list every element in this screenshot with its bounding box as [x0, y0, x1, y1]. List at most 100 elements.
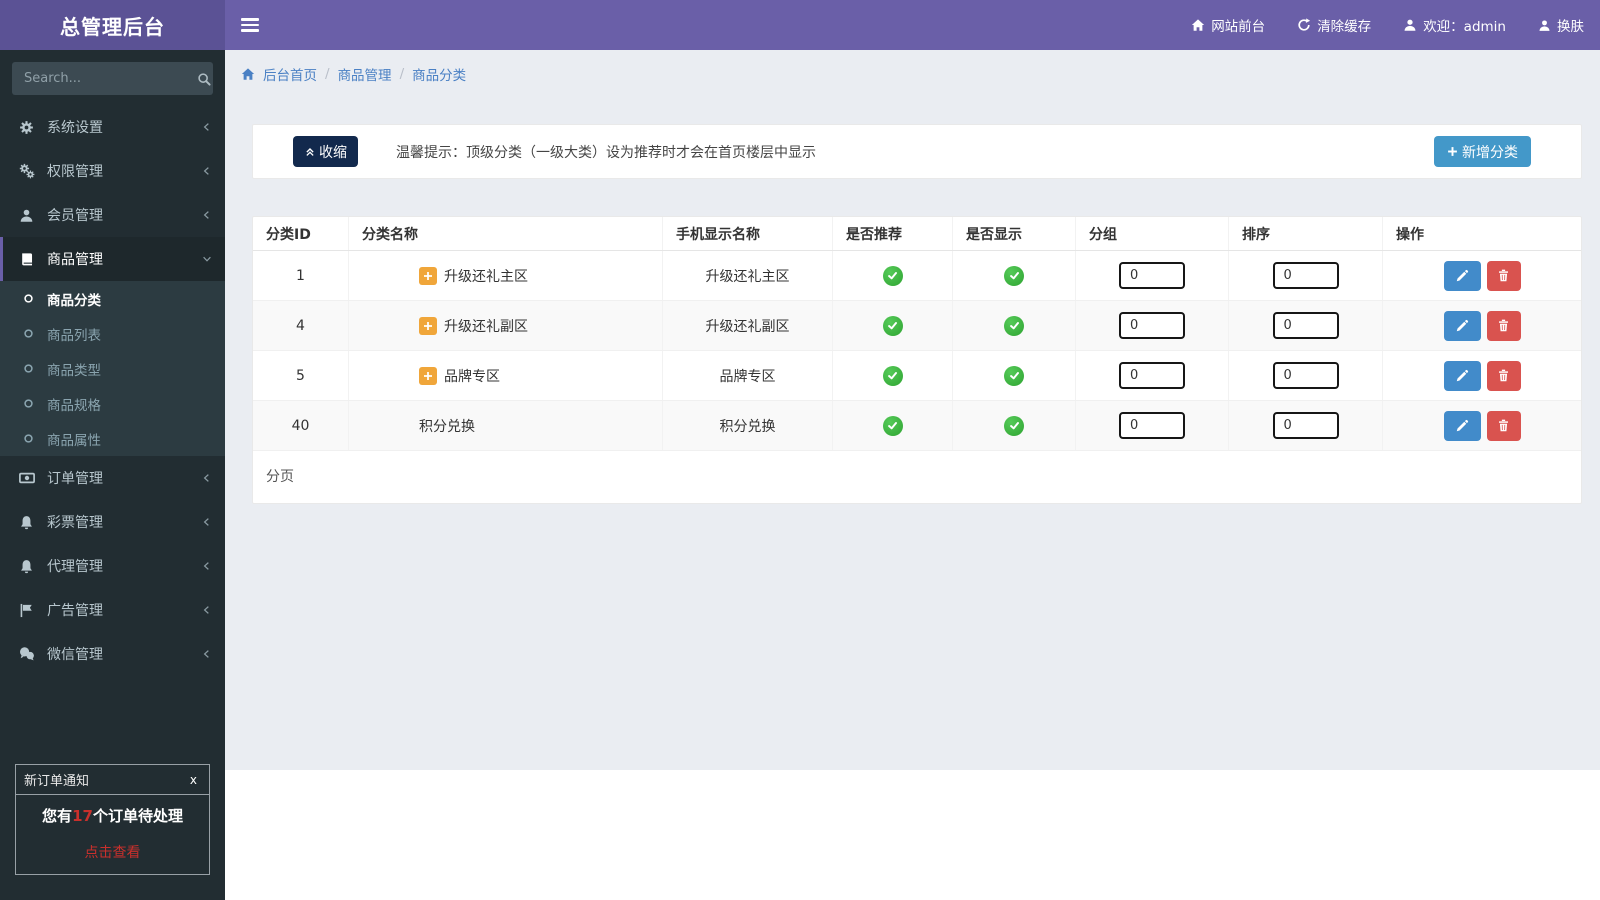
- table-header-row: 分类ID 分类名称 手机显示名称 是否推荐 是否显示 分组 排序 操作: [253, 217, 1581, 251]
- category-table-panel: 分类ID 分类名称 手机显示名称 是否推荐 是否显示 分组 排序 操作 1 升级…: [252, 216, 1582, 504]
- sidebar-item-products[interactable]: 商品管理: [0, 237, 225, 281]
- close-icon[interactable]: x: [186, 771, 201, 789]
- chevron-left-icon: [201, 472, 213, 484]
- trash-icon: [1497, 269, 1510, 282]
- circle-icon: [22, 397, 39, 410]
- expand-plus-icon[interactable]: [419, 316, 437, 335]
- sort-input[interactable]: [1272, 362, 1339, 389]
- category-name: 升级还礼主区: [444, 268, 528, 285]
- footer-area: [225, 770, 1600, 900]
- category-table: 分类ID 分类名称 手机显示名称 是否推荐 是否显示 分组 排序 操作 1 升级…: [253, 217, 1581, 451]
- change-skin-link[interactable]: 换肤: [1522, 0, 1600, 50]
- delete-button[interactable]: [1486, 410, 1521, 441]
- notification-message: 您有17个订单待处理: [42, 807, 183, 825]
- sidebar-item-lottery[interactable]: 彩票管理: [0, 500, 225, 544]
- collapse-button[interactable]: 收缩: [293, 136, 358, 167]
- category-name: 品牌专区: [444, 368, 500, 385]
- book-icon: [19, 252, 39, 267]
- recommended-check-icon[interactable]: [882, 415, 903, 436]
- bell-icon: [19, 515, 39, 530]
- frontend-link[interactable]: 网站前台: [1175, 0, 1281, 50]
- recommended-check-icon[interactable]: [882, 315, 903, 336]
- sidebar-item-system-settings[interactable]: 系统设置: [0, 105, 225, 149]
- group-input[interactable]: [1119, 262, 1185, 289]
- sidebar-item-product-specs[interactable]: 商品规格: [0, 386, 225, 421]
- breadcrumb-categories[interactable]: 商品分类: [412, 64, 466, 84]
- edit-button[interactable]: [1443, 310, 1481, 341]
- breadcrumb-home[interactable]: 后台首页: [263, 64, 317, 84]
- view-orders-link[interactable]: 点击查看: [85, 842, 141, 862]
- sidebar-item-product-list[interactable]: 商品列表: [0, 316, 225, 351]
- circle-icon: [22, 362, 39, 375]
- visible-check-icon[interactable]: [1004, 365, 1024, 386]
- skin-icon: [1538, 19, 1551, 32]
- delete-button[interactable]: [1486, 310, 1521, 341]
- home-icon: [1191, 18, 1205, 32]
- sidebar-item-agents[interactable]: 代理管理: [0, 544, 225, 588]
- welcome-admin[interactable]: 欢迎：admin: [1387, 0, 1522, 50]
- sort-input[interactable]: [1272, 312, 1339, 339]
- edit-button[interactable]: [1443, 260, 1481, 291]
- chevron-left-icon: [201, 165, 213, 177]
- notification-title: 新订单通知: [24, 774, 90, 789]
- pencil-icon: [1455, 319, 1469, 333]
- pending-order-count: 17: [72, 807, 93, 825]
- sidebar-item-permissions[interactable]: 权限管理: [0, 149, 225, 193]
- refresh-icon: [1297, 18, 1311, 32]
- expand-plus-icon[interactable]: [419, 266, 437, 285]
- recommended-check-icon[interactable]: [882, 265, 903, 286]
- edit-button[interactable]: [1443, 360, 1481, 391]
- add-category-button[interactable]: 新增分类: [1434, 136, 1531, 167]
- sort-input[interactable]: [1272, 412, 1339, 439]
- new-order-notification: 新订单通知 x 您有17个订单待处理 点击查看: [15, 764, 210, 875]
- pagination-label: 分页: [266, 469, 294, 485]
- sidebar-item-ads[interactable]: 广告管理: [0, 588, 225, 632]
- pencil-icon: [1455, 369, 1469, 383]
- group-input[interactable]: [1119, 312, 1185, 339]
- search-button[interactable]: [194, 62, 213, 95]
- visible-check-icon[interactable]: [1004, 265, 1024, 286]
- breadcrumb-products[interactable]: 商品管理: [338, 64, 392, 84]
- toolbar-panel: 收缩 温馨提示：顶级分类（一级大类）设为推荐时才会在首页楼层中显示 新增分类: [252, 124, 1582, 179]
- edit-button[interactable]: [1443, 410, 1481, 441]
- visible-check-icon[interactable]: [1004, 315, 1024, 336]
- group-input[interactable]: [1119, 362, 1185, 389]
- products-submenu: 商品分类 商品列表 商品类型 商品规格 商品属性: [0, 281, 225, 456]
- sidebar-item-product-categories[interactable]: 商品分类: [0, 281, 225, 316]
- sidebar-item-product-types[interactable]: 商品类型: [0, 351, 225, 386]
- sidebar-item-orders[interactable]: 订单管理: [0, 456, 225, 500]
- trash-icon: [1497, 369, 1510, 382]
- sidebar-menu: 系统设置 权限管理 会员管理 商品管理 商品分类 商品列表 商品类型 商品规格 …: [0, 105, 225, 676]
- sidebar-search: [12, 62, 213, 95]
- chevron-left-icon: [201, 560, 213, 572]
- expand-plus-icon[interactable]: [419, 366, 437, 385]
- hamburger-icon: [241, 18, 259, 21]
- flag-icon: [19, 603, 39, 618]
- sidebar: 系统设置 权限管理 会员管理 商品管理: [0, 50, 225, 900]
- pencil-icon: [1455, 419, 1469, 433]
- mobile-name: 品牌专区: [663, 351, 833, 400]
- sidebar-item-members[interactable]: 会员管理: [0, 193, 225, 237]
- clear-cache-link[interactable]: 清除缓存: [1281, 0, 1387, 50]
- visible-check-icon[interactable]: [1004, 415, 1024, 436]
- user-icon: [19, 208, 39, 223]
- hint-text: 温馨提示：顶级分类（一级大类）设为推荐时才会在首页楼层中显示: [396, 144, 816, 161]
- category-name: 积分兑换: [419, 418, 475, 435]
- main-content: 后台首页 / 商品管理 / 商品分类 收缩 温馨提示：顶级分类（一级大类）设为推…: [225, 50, 1600, 900]
- delete-button[interactable]: [1486, 260, 1521, 291]
- recommended-check-icon[interactable]: [882, 365, 903, 386]
- pencil-icon: [1455, 269, 1469, 283]
- sidebar-item-wechat[interactable]: 微信管理: [0, 632, 225, 676]
- delete-button[interactable]: [1486, 360, 1521, 391]
- group-input[interactable]: [1119, 412, 1185, 439]
- mobile-name: 升级还礼主区: [663, 251, 833, 300]
- chevron-left-icon: [201, 604, 213, 616]
- sidebar-item-product-attrs[interactable]: 商品属性: [0, 421, 225, 456]
- search-input[interactable]: [12, 71, 194, 86]
- category-id: 5: [253, 351, 349, 400]
- trash-icon: [1497, 419, 1510, 432]
- chevron-left-icon: [201, 121, 213, 133]
- sort-input[interactable]: [1272, 262, 1339, 289]
- category-name: 升级还礼副区: [444, 318, 528, 335]
- sidebar-toggle-button[interactable]: [225, 0, 275, 50]
